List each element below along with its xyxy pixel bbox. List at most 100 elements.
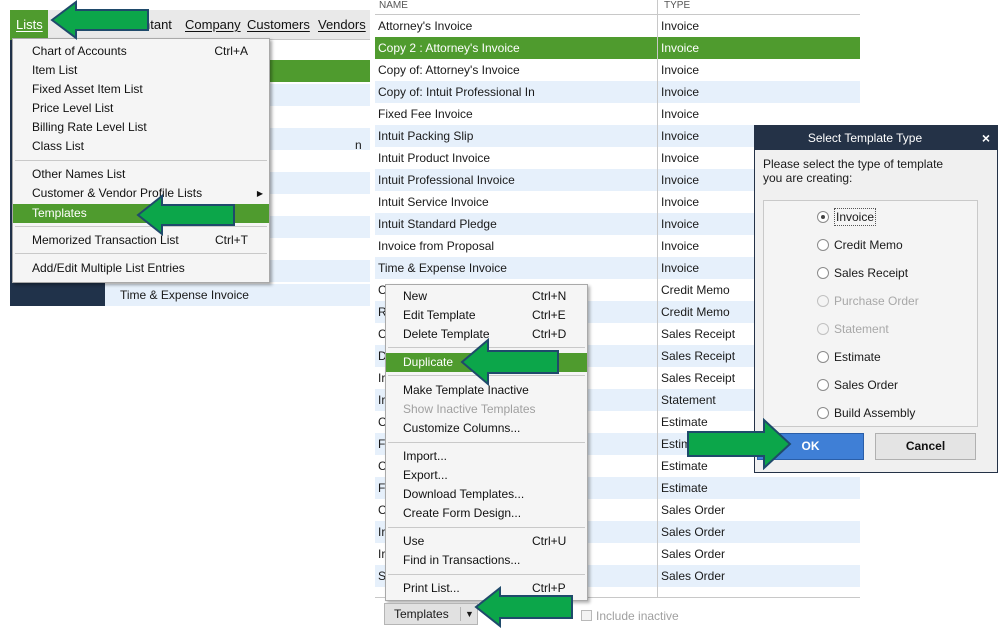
- radio-button[interactable]: [817, 239, 829, 251]
- menu-item-chart-of-accounts[interactable]: Chart of Accounts Ctrl+A: [13, 42, 269, 61]
- template-name-cell: Time & Expense Invoice: [378, 261, 507, 275]
- menu-item-item-list[interactable]: Item List: [13, 61, 269, 80]
- menu-item-billing-rate-level-list[interactable]: Billing Rate Level List: [13, 118, 269, 137]
- close-icon[interactable]: ×: [982, 126, 990, 150]
- menu-item-new[interactable]: New Ctrl+N: [386, 287, 587, 306]
- template-row[interactable]: Copy of: Intuit Professional In Invoice: [375, 81, 860, 103]
- dialog-title: Select Template Type: [807, 131, 923, 145]
- radio-button[interactable]: [817, 267, 829, 279]
- menu-vendors[interactable]: Vendors: [318, 10, 366, 40]
- column-header-name[interactable]: NAME: [379, 0, 408, 12]
- template-type-cell: Invoice: [661, 151, 700, 165]
- template-type-cell: Sales Receipt: [661, 371, 736, 385]
- templates-button-label: Templates: [394, 607, 449, 621]
- menu-item-label: Download Templates...: [403, 487, 525, 501]
- template-name-cell: Fixed Fee Invoice: [378, 107, 473, 121]
- menu-lists[interactable]: Lists: [10, 10, 48, 40]
- template-name-cell: Attorney's Invoice: [378, 19, 473, 33]
- radio-button[interactable]: [817, 379, 829, 391]
- lists-dropdown-menu: Chart of Accounts Ctrl+A Item List Fixed …: [12, 38, 270, 283]
- menu-item-import[interactable]: Import...: [386, 447, 587, 466]
- menu-item-label: New: [403, 289, 428, 303]
- template-type-cell: Invoice: [661, 195, 700, 209]
- menu-item-label: Show Inactive Templates: [403, 402, 536, 416]
- template-type-radio-group: Invoice Credit Memo Sales Receipt Purchase …: [763, 200, 978, 427]
- template-type-cell: Invoice: [661, 261, 700, 275]
- menu-item-label: Import...: [403, 449, 448, 463]
- template-type-cell: Invoice: [661, 41, 700, 55]
- template-type-cell: Credit Memo: [661, 305, 730, 319]
- template-type-cell: Invoice: [661, 19, 700, 33]
- menu-item-label: Edit Template: [403, 308, 476, 322]
- template-row[interactable]: Attorney's Invoice Invoice: [375, 15, 860, 37]
- radio-label: Sales Order: [834, 378, 899, 392]
- menu-item-price-level-list[interactable]: Price Level List: [13, 99, 269, 118]
- dialog-prompt: Please select the type of template you a…: [763, 157, 944, 185]
- template-name-cell: Invoice from Proposal: [378, 239, 495, 253]
- menu-item-label: Export...: [403, 468, 448, 482]
- list-header: NAME TYPE: [375, 0, 860, 15]
- radio-label: Build Assembly: [834, 406, 916, 420]
- template-row[interactable]: Copy of: Attorney's Invoice Invoice: [375, 59, 860, 81]
- menu-separator: [15, 253, 267, 254]
- menu-item-label: Customize Columns...: [403, 421, 521, 435]
- template-type-cell: Sales Order: [661, 525, 726, 539]
- radio-label: Credit Memo: [834, 238, 903, 252]
- menu-item-class-list[interactable]: Class List: [13, 137, 269, 156]
- radio-button: [817, 323, 829, 335]
- menu-item-edit-template[interactable]: Edit Template Ctrl+E: [386, 306, 587, 325]
- menu-item-label: Templates: [32, 206, 87, 220]
- menu-item-customize-columns[interactable]: Customize Columns...: [386, 419, 587, 438]
- template-row[interactable]: Copy 2 : Attorney's Invoice Invoice: [375, 37, 860, 59]
- template-type-cell: Invoice: [661, 239, 700, 253]
- menu-item-shortcut: Ctrl+A: [214, 44, 248, 58]
- menu-item-other-names-list[interactable]: Other Names List: [13, 165, 269, 184]
- menu-separator: [388, 442, 585, 443]
- menu-item-export[interactable]: Export...: [386, 466, 587, 485]
- menu-customers[interactable]: Customers: [247, 10, 310, 40]
- radio-button[interactable]: [817, 211, 829, 223]
- include-inactive-checkbox[interactable]: [581, 610, 592, 621]
- radio-label: Invoice: [834, 208, 877, 226]
- column-header-type[interactable]: TYPE: [664, 0, 690, 12]
- radio-button: [817, 295, 829, 307]
- template-name-cell: Copy 2 : Attorney's Invoice: [378, 41, 520, 55]
- menu-item-use[interactable]: Use Ctrl+U: [386, 532, 587, 551]
- menu-item-fixed-asset-item-list[interactable]: Fixed Asset Item List: [13, 80, 269, 99]
- radio-button[interactable]: [817, 351, 829, 363]
- menu-item-label: Item List: [32, 63, 78, 77]
- menu-item-download-templates[interactable]: Download Templates...: [386, 485, 587, 504]
- menu-separator: [388, 574, 585, 575]
- menu-item-show-inactive-templates: Show Inactive Templates: [386, 400, 587, 419]
- menu-item-label: Chart of Accounts: [32, 44, 127, 58]
- menu-item-create-form-design[interactable]: Create Form Design...: [386, 504, 587, 523]
- menu-company[interactable]: Company: [185, 10, 241, 40]
- menu-item-shortcut: Ctrl+U: [532, 534, 567, 548]
- menu-item-label: Duplicate: [403, 355, 454, 369]
- templates-context-menu: New Ctrl+N Edit Template Ctrl+E Delete Tem…: [385, 284, 588, 601]
- menu-item-label: Create Form Design...: [403, 506, 522, 520]
- menu-item-label: Billing Rate Level List: [32, 120, 147, 134]
- cancel-button[interactable]: Cancel: [875, 433, 976, 460]
- background-partial-text: n: [355, 138, 362, 152]
- templates-menu-button[interactable]: Templates ▼: [384, 603, 478, 625]
- template-type-cell: Sales Receipt: [661, 349, 736, 363]
- template-type-cell: Sales Order: [661, 569, 726, 583]
- column-divider: [657, 0, 658, 598]
- template-name-cell: Intuit Service Invoice: [378, 195, 489, 209]
- menu-item-label: Use: [403, 534, 425, 548]
- radio-button[interactable]: [817, 407, 829, 419]
- menu-item-add-edit-multiple-list-entries[interactable]: Add/Edit Multiple List Entries: [13, 259, 269, 278]
- template-name-cell: Intuit Standard Pledge: [378, 217, 497, 231]
- template-type-cell: Invoice: [661, 217, 700, 231]
- annotation-arrow-icon: [50, 0, 149, 40]
- template-type-cell: Invoice: [661, 173, 700, 187]
- menu-item-label: Price Level List: [32, 101, 114, 115]
- template-type-cell: Sales Receipt: [661, 327, 736, 341]
- radio-label: Purchase Order: [834, 294, 919, 308]
- dialog-titlebar: Select Template Type ×: [755, 126, 997, 150]
- template-type-cell: Invoice: [661, 85, 700, 99]
- template-type-cell: Invoice: [661, 129, 700, 143]
- menu-item-find-in-transactions[interactable]: Find in Transactions...: [386, 551, 587, 570]
- template-row[interactable]: Fixed Fee Invoice Invoice: [375, 103, 860, 125]
